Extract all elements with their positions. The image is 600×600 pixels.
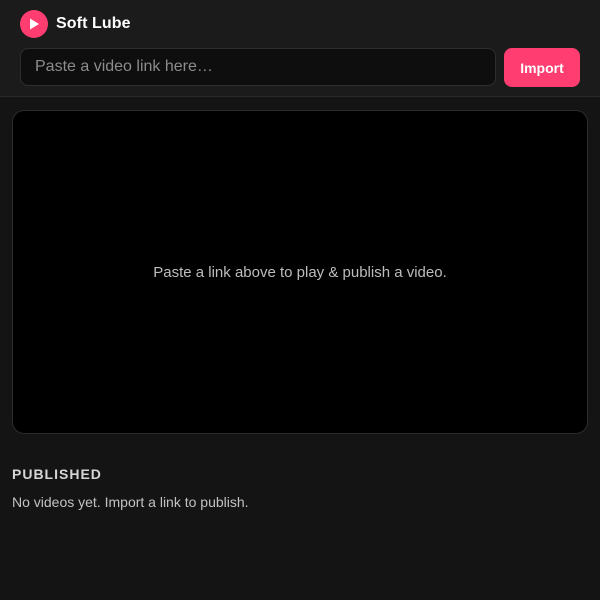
video-link-input[interactable] — [20, 48, 496, 86]
play-icon — [20, 10, 48, 38]
play-glyph-icon — [30, 18, 39, 30]
import-button[interactable]: Import — [504, 48, 580, 87]
app-title: Soft Lube — [56, 15, 131, 32]
published-empty-message: No videos yet. Import a link to publish. — [12, 494, 249, 510]
video-player[interactable]: Paste a link above to play & publish a v… — [12, 110, 588, 434]
published-section-title: PUBLISHED — [12, 466, 102, 482]
app-root: Soft Lube Import Paste a link above to p… — [0, 0, 600, 600]
player-empty-message: Paste a link above to play & publish a v… — [153, 263, 447, 281]
brand: Soft Lube — [20, 10, 131, 38]
header: Soft Lube Import — [0, 0, 600, 97]
